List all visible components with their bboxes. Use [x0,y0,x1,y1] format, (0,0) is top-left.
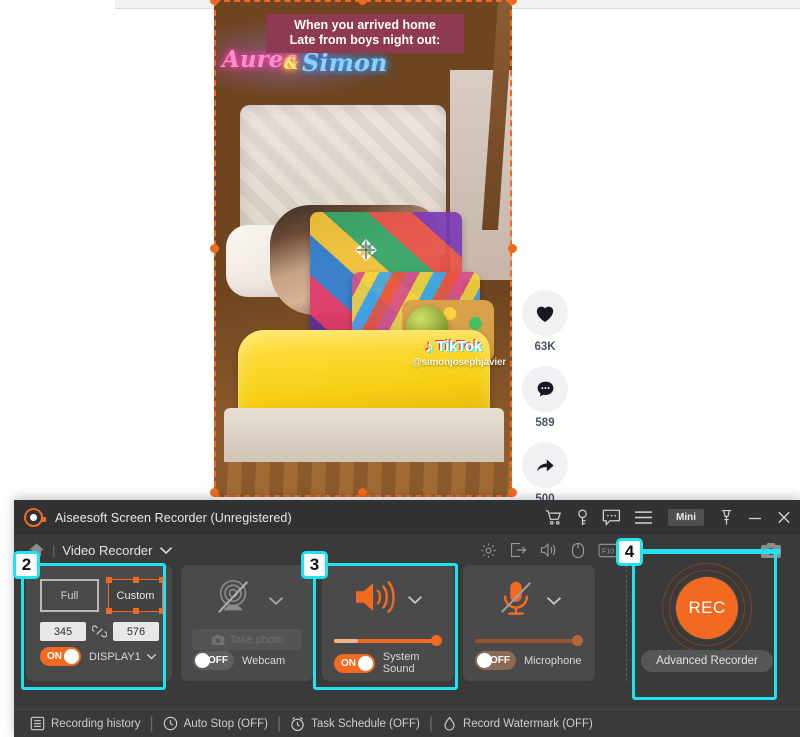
toggle-knob [195,653,210,668]
share-item[interactable]: 500 [521,442,569,505]
tiktok-user-handle: @simonjosephjavier [412,357,506,368]
tiktok-watermark: ♪ TikTok [425,338,482,355]
status-separator-3: | [428,714,433,732]
auto-stop-clock-icon [163,716,177,731]
webcam-toggle-state: OFF [208,655,228,666]
heart-glyph [536,306,554,323]
mini-mode-button[interactable]: Mini [668,509,704,526]
svg-text:F10: F10 [602,548,614,555]
annotation-box-2 [21,563,166,690]
comment-item[interactable]: 589 [521,366,569,429]
microphone-slider[interactable] [475,635,583,647]
neon-text-2: & [284,54,299,73]
like-item[interactable]: 63K [521,290,569,353]
annotation-badge-3: 3 [301,551,328,579]
chevron-down-icon[interactable] [268,596,284,606]
recording-history-item[interactable]: Recording history [30,716,140,731]
export-icon[interactable] [510,542,527,558]
resize-handle-middle-left[interactable] [210,244,219,253]
webcam-card: Take photo OFF Webcam [181,565,313,681]
window-titlebar[interactable]: Aiseesoft Screen Recorder (Unregistered) [14,500,800,535]
speaker-icon[interactable] [540,542,558,558]
toolbar-separator: | [52,542,56,558]
webcam-icon-row [181,578,313,623]
titlebar-actions: Mini [545,509,792,527]
window-title: Aiseesoft Screen Recorder (Unregistered) [55,510,292,525]
tiktok-engagement-rail: 63K 589 500 [521,290,569,518]
annotation-box-3 [313,563,458,690]
resize-handle-bottom-center[interactable] [358,488,367,497]
like-count: 63K [534,341,556,353]
task-schedule-label: Task Schedule (OFF) [311,717,420,730]
menu-icon[interactable] [634,510,653,525]
hotkey-f10-icon[interactable]: F10 [598,543,618,558]
mouse-icon[interactable] [571,542,585,559]
resize-handle-bottom-left[interactable] [210,488,219,497]
music-note-icon: ♪ [425,337,434,356]
settings-gear-icon[interactable] [480,542,497,559]
caption-line-1: When you arrived home [294,18,436,32]
heart-icon[interactable] [522,290,568,336]
microphone-card: OFF Microphone [463,565,595,681]
take-photo-label: Take photo [229,633,284,646]
mic-icon-row [463,578,595,623]
take-photo-button[interactable]: Take photo [192,629,302,650]
annotation-box-4 [632,551,777,700]
minimize-icon[interactable] [747,511,763,525]
bed-base [224,408,504,470]
microphone-label: Microphone [524,654,582,667]
share-glyph [536,459,554,472]
status-bar: Recording history | Auto Stop (OFF) | Ta… [14,709,800,737]
page-left-edge [0,9,3,496]
webcam-toggle-row: OFF Webcam [193,651,285,670]
video-caption: When you arrived home Late from boys nig… [266,14,464,53]
recorder-mode-label[interactable]: Video Recorder [62,543,152,558]
slider-knob[interactable] [572,635,583,646]
microphone-muted-icon[interactable] [496,578,536,623]
slider-track [475,639,583,643]
move-cursor-icon [355,239,377,261]
chevron-down-icon[interactable] [159,546,173,555]
status-separator-2: | [277,714,282,732]
feedback-icon[interactable] [602,509,621,526]
task-schedule-alarm-icon [291,716,304,731]
logo-tail [41,517,46,522]
app-logo-icon [24,508,46,527]
webcam-disabled-icon[interactable] [210,578,258,623]
webcam-label: Webcam [242,654,286,667]
key-icon[interactable] [576,509,589,527]
record-watermark-label: Record Watermark (OFF) [462,717,593,730]
status-separator-1: | [149,714,154,732]
close-icon[interactable] [776,510,792,525]
webcam-toggle[interactable]: OFF [193,651,234,670]
cart-icon[interactable] [545,509,563,526]
tiktok-brand-text: TikTok [436,338,482,355]
comment-icon[interactable] [522,366,568,412]
record-watermark-item[interactable]: Record Watermark (OFF) [442,716,593,732]
resize-handle-middle-right[interactable] [508,244,517,253]
comment-glyph [537,381,553,396]
share-icon[interactable] [522,442,568,488]
comment-count: 589 [535,417,555,429]
caption-line-2: Late from boys night out: [289,33,441,47]
camera-icon [211,634,224,645]
chevron-down-icon[interactable] [546,596,562,606]
annotation-badge-4: 4 [616,538,643,566]
task-schedule-item[interactable]: Task Schedule (OFF) [290,716,420,732]
mic-toggle-row: OFF Microphone [475,651,581,670]
auto-stop-item[interactable]: Auto Stop (OFF) [163,716,268,731]
pin-icon[interactable] [719,509,734,526]
microphone-toggle[interactable]: OFF [475,651,516,670]
toggle-knob [477,653,492,668]
recording-history-label: Recording history [51,717,141,730]
watermark-drop-icon [444,716,455,731]
history-icon [30,716,45,731]
annotation-badge-2: 2 [13,551,40,579]
mic-toggle-state: OFF [490,655,510,666]
toolbar-icon-group: F10 [480,535,618,565]
auto-stop-label: Auto Stop (OFF) [183,717,268,730]
resize-handle-bottom-right[interactable] [508,488,517,497]
